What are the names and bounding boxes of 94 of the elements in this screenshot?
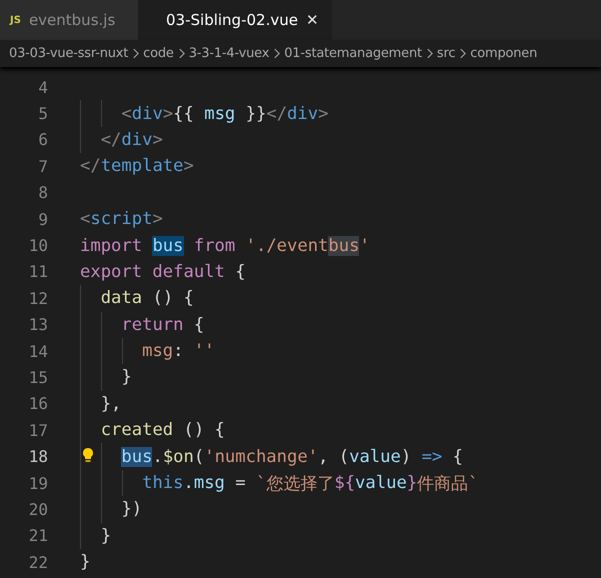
highlighted-token: bus [152, 236, 184, 256]
code-token: from [194, 236, 236, 256]
code-token: }, [100, 394, 122, 414]
line-number: 8 [37, 183, 48, 202]
line-number: 9 [37, 210, 48, 229]
code-token: { [452, 446, 463, 467]
selected-token: bus [121, 446, 152, 467]
code-token: script [90, 209, 152, 230]
line-number: 19 [28, 474, 48, 493]
line-number: 11 [28, 262, 48, 282]
breadcrumb-item[interactable]: code [143, 46, 174, 61]
chevron-right-icon [459, 48, 466, 59]
chevron-right-icon [178, 48, 185, 59]
line-number: 18 [28, 447, 48, 466]
code-token: 'numchange' [204, 446, 318, 467]
code-token: < [80, 209, 90, 230]
line-number: 21 [28, 526, 48, 546]
code-token: template [100, 156, 184, 176]
code-token: } [121, 367, 132, 388]
chevron-right-icon [132, 48, 140, 59]
code-token: () { [152, 288, 194, 308]
code-token: ) [400, 446, 412, 467]
code-token: , ( [318, 446, 350, 467]
line-number: 15 [28, 368, 48, 387]
line-number: 4 [37, 78, 48, 97]
code-token: </ [100, 130, 122, 150]
code-token: . [184, 473, 194, 494]
code-token: } [80, 552, 90, 572]
code-token: } [100, 526, 112, 546]
code-token: {{ [173, 104, 194, 124]
line-number: 12 [28, 288, 48, 308]
code-token: export default [80, 262, 225, 282]
code-token: data [100, 288, 142, 308]
line-number: 7 [37, 156, 48, 176]
code-token: div [287, 104, 318, 124]
line-number: 14 [28, 342, 48, 361]
breadcrumb-item[interactable]: componen [470, 46, 538, 61]
code-token: > [162, 104, 174, 124]
code-token: }} [246, 104, 266, 124]
code-token: msg [142, 341, 174, 362]
code-token: div [132, 104, 163, 124]
editor-tab[interactable]: 03-Sibling-02.vue ✕ [138, 0, 332, 40]
code-token: > [184, 156, 194, 176]
code-token: = [235, 473, 246, 494]
code-token: import [80, 236, 142, 256]
code-token: created [100, 420, 174, 440]
line-number: 20 [28, 500, 48, 519]
chevron-right-icon [426, 48, 433, 59]
code-token: msg [194, 473, 225, 494]
code-token: return [121, 314, 184, 335]
code-token: { [235, 262, 246, 282]
lightbulb-icon[interactable] [82, 447, 94, 464]
breadcrumb-item[interactable]: 01-statemanagement [284, 46, 422, 61]
breadcrumb-item[interactable]: 03-03-vue-ssr-nuxt [9, 46, 128, 61]
code-token: this [142, 473, 184, 494]
editor-tab[interactable]: JS eventbus.js [0, 0, 138, 40]
line-number: 17 [28, 420, 48, 440]
code-token: < [121, 104, 132, 124]
code-token: . [152, 446, 163, 467]
code-token: </ [80, 156, 101, 176]
code-token: value [355, 473, 407, 494]
line-number: 13 [28, 315, 48, 334]
code-token: 件商品` [417, 473, 479, 496]
code-token: value [349, 446, 401, 467]
close-icon[interactable]: ✕ [306, 11, 319, 29]
code-token: }) [121, 499, 142, 520]
code-token: msg [204, 104, 236, 124]
code-token: '' [194, 341, 215, 362]
code-token: > [152, 209, 163, 230]
breadcrumb-item[interactable]: 3-3-1-4-vuex [188, 46, 270, 61]
js-file-icon: JS [10, 14, 21, 26]
chevron-right-icon [273, 48, 280, 59]
code-token: => [422, 446, 442, 467]
code-token: ' [359, 236, 370, 256]
code-token: `您选择了 [256, 473, 334, 496]
line-number: 10 [28, 236, 48, 256]
line-number: 6 [37, 130, 48, 150]
line-number: 16 [28, 394, 48, 414]
code-token: $on [162, 446, 194, 467]
code-token: : [173, 341, 184, 362]
code-token: } [406, 473, 418, 494]
line-number: 5 [37, 104, 48, 124]
code-token: ( [194, 446, 204, 467]
code-token: </ [266, 104, 288, 124]
code-token: () { [184, 420, 225, 440]
code-token: > [152, 130, 163, 150]
code-token: './event [246, 236, 328, 256]
line-number: 22 [28, 552, 48, 572]
match-highlight: bus [328, 236, 360, 256]
breadcrumb-item[interactable]: src [436, 46, 456, 61]
code-token: ${ [334, 473, 356, 494]
code-token: { [194, 314, 204, 335]
code-token: div [121, 130, 152, 150]
code-token: > [318, 104, 328, 124]
